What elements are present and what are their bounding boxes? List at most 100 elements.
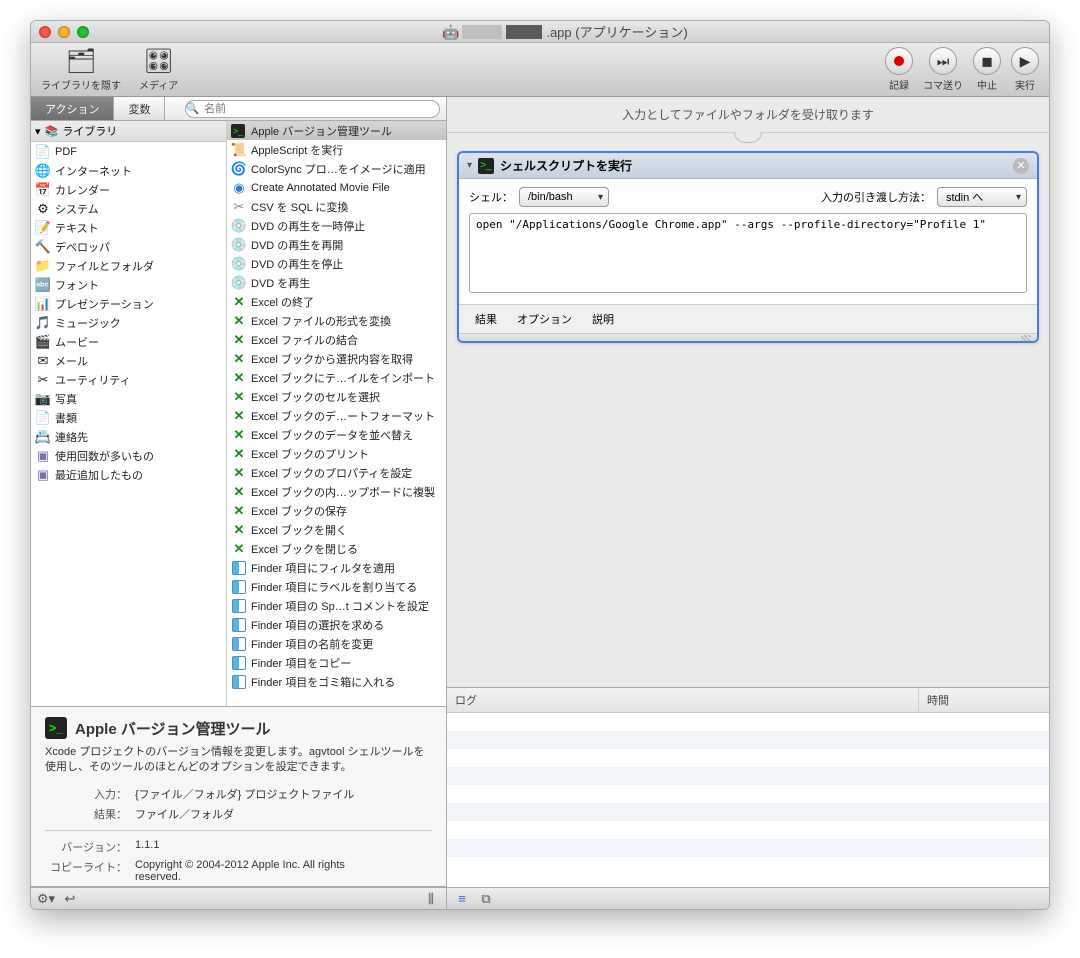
action-item[interactable]: ✕Excel ブックから選択内容を取得 bbox=[227, 349, 446, 368]
action-item[interactable]: ✕Excel ファイルの結合 bbox=[227, 330, 446, 349]
action-item[interactable]: 💿DVD の再生を停止 bbox=[227, 254, 446, 273]
library-item[interactable]: 🔨デベロッパ bbox=[31, 237, 226, 256]
excel-icon: ✕ bbox=[231, 465, 247, 481]
shell-select[interactable]: /bin/bash bbox=[519, 187, 609, 207]
tab-variables[interactable]: 変数 bbox=[114, 97, 165, 120]
window-title: 🤖 .app (アプリケーション) bbox=[89, 22, 1041, 41]
action-item[interactable]: Finder 項目の選択を求める bbox=[227, 615, 446, 634]
zoom-button[interactable] bbox=[77, 26, 89, 38]
close-icon[interactable]: ✕ bbox=[1013, 158, 1029, 174]
library-item[interactable]: 🔤フォント bbox=[31, 275, 226, 294]
library-item[interactable]: ⚙システム bbox=[31, 199, 226, 218]
tab-description[interactable]: 説明 bbox=[592, 311, 614, 327]
info-input-label: 入力： bbox=[45, 786, 135, 802]
resize-grip[interactable] bbox=[459, 333, 1037, 341]
action-item[interactable]: ✕Excel の終了 bbox=[227, 292, 446, 311]
library-item[interactable]: 🌐インターネット bbox=[31, 161, 226, 180]
close-button[interactable] bbox=[39, 26, 51, 38]
stop-button[interactable]: ◼ 中止 bbox=[973, 47, 1001, 92]
info-panel: >_ Apple バージョン管理ツール Xcode プロジェクトのバージョン情報… bbox=[31, 707, 446, 887]
list-view-icon[interactable]: ≡ bbox=[453, 891, 471, 907]
log-col-time[interactable]: 時間 bbox=[919, 688, 1049, 712]
action-item[interactable]: ✕Excel ブックの保存 bbox=[227, 501, 446, 520]
history-icon[interactable]: ↩ bbox=[61, 891, 79, 907]
record-button[interactable]: 記録 bbox=[885, 47, 913, 92]
action-item[interactable]: Finder 項目にラベルを割り当てる bbox=[227, 577, 446, 596]
action-label: Excel の終了 bbox=[251, 294, 314, 310]
library-item[interactable]: ✉メール bbox=[31, 351, 226, 370]
library-smart-item[interactable]: ▣最近追加したもの bbox=[31, 465, 226, 484]
library-item[interactable]: 📁ファイルとフォルダ bbox=[31, 256, 226, 275]
category-icon: ⚙ bbox=[35, 201, 51, 217]
chevron-down-icon: ▾ bbox=[467, 160, 472, 171]
library-item[interactable]: 📇連絡先 bbox=[31, 427, 226, 446]
dvd-icon: 💿 bbox=[231, 237, 247, 253]
action-item[interactable]: 💿DVD の再生を再開 bbox=[227, 235, 446, 254]
action-item[interactable]: ✕Excel ブックのデータを並べ替え bbox=[227, 425, 446, 444]
finder-icon bbox=[231, 655, 247, 671]
action-item[interactable]: ✕Excel ブックを閉じる bbox=[227, 539, 446, 558]
action-label: Finder 項目にラベルを割り当てる bbox=[251, 579, 417, 595]
action-item[interactable]: 💿DVD の再生を一時停止 bbox=[227, 216, 446, 235]
search-input[interactable] bbox=[185, 100, 440, 118]
action-item[interactable]: ✕Excel ブックにテ…イルをインポート bbox=[227, 368, 446, 387]
library-item[interactable]: 🎵ミュージック bbox=[31, 313, 226, 332]
tab-options[interactable]: オプション bbox=[517, 311, 572, 327]
action-item[interactable]: Finder 項目にフィルタを適用 bbox=[227, 558, 446, 577]
action-item[interactable]: ✕Excel ブックのデ…ートフォーマット bbox=[227, 406, 446, 425]
tab-result[interactable]: 結果 bbox=[475, 311, 497, 327]
library-item[interactable]: 🎬ムービー bbox=[31, 332, 226, 351]
finder-icon bbox=[231, 617, 247, 633]
action-label: DVD を再生 bbox=[251, 275, 310, 291]
action-item[interactable]: ✕Excel ファイルの形式を変換 bbox=[227, 311, 446, 330]
step-button[interactable]: ⏭ コマ送り bbox=[923, 47, 963, 92]
action-item[interactable]: 🌀ColorSync プロ…をイメージに適用 bbox=[227, 159, 446, 178]
excel-icon: ✕ bbox=[231, 503, 247, 519]
traffic-lights bbox=[39, 26, 89, 38]
library-item[interactable]: ✂ユーティリティ bbox=[31, 370, 226, 389]
script-textarea[interactable] bbox=[469, 213, 1027, 293]
quicktime-icon: ◉ bbox=[231, 180, 247, 196]
action-item[interactable]: ✕Excel ブックの内…ップボードに複製 bbox=[227, 482, 446, 501]
log-col-log[interactable]: ログ bbox=[447, 688, 919, 712]
action-item[interactable]: Finder 項目の名前を変更 bbox=[227, 634, 446, 653]
redacted-icon-2 bbox=[506, 25, 542, 39]
library-smart-item[interactable]: ▣使用回数が多いもの bbox=[31, 446, 226, 465]
media-button[interactable]: 🎛 メディア bbox=[139, 47, 178, 92]
action-item[interactable]: 💿DVD を再生 bbox=[227, 273, 446, 292]
log-view-icon[interactable]: ⧉ bbox=[477, 891, 495, 907]
library-header[interactable]: ▾ 📚 ライブラリ bbox=[31, 121, 226, 142]
action-item[interactable]: Finder 項目の Sp…t コメントを設定 bbox=[227, 596, 446, 615]
action-item[interactable]: ✂CSV を SQL に変換 bbox=[227, 197, 446, 216]
excel-icon: ✕ bbox=[231, 351, 247, 367]
tab-actions[interactable]: アクション bbox=[31, 97, 114, 120]
action-item[interactable]: Finder 項目をゴミ箱に入れる bbox=[227, 672, 446, 691]
hide-library-button[interactable]: 🗂 ライブラリを隠す bbox=[41, 47, 121, 92]
action-item[interactable]: ✕Excel ブックのセルを選択 bbox=[227, 387, 446, 406]
action-label: Excel ファイルの形式を変換 bbox=[251, 313, 391, 329]
library-item[interactable]: 📄書類 bbox=[31, 408, 226, 427]
library-item[interactable]: 📝テキスト bbox=[31, 218, 226, 237]
minimize-button[interactable] bbox=[58, 26, 70, 38]
category-icon: 📷 bbox=[35, 391, 51, 407]
card-header[interactable]: ▾ >_ シェルスクリプトを実行 ✕ bbox=[459, 153, 1037, 179]
library-list[interactable]: ▾ 📚 ライブラリ 📄PDF🌐インターネット📅カレンダー⚙システム📝テキスト🔨デ… bbox=[31, 121, 227, 706]
library-item[interactable]: 📊プレゼンテーション bbox=[31, 294, 226, 313]
action-item[interactable]: 📜AppleScript を実行 bbox=[227, 140, 446, 159]
run-button[interactable]: ▶ 実行 bbox=[1011, 47, 1039, 92]
library-item[interactable]: 📷写真 bbox=[31, 389, 226, 408]
category-icon: 🔤 bbox=[35, 277, 51, 293]
action-item[interactable]: Finder 項目をコピー bbox=[227, 653, 446, 672]
action-item[interactable]: >_Apple バージョン管理ツール bbox=[227, 121, 446, 140]
workflow-area[interactable]: ▾ >_ シェルスクリプトを実行 ✕ シェル： /bin/bash 入力の引き渡… bbox=[447, 143, 1049, 687]
action-item[interactable]: ◉Create Annotated Movie File bbox=[227, 178, 446, 197]
pass-input-select[interactable]: stdin へ bbox=[937, 187, 1027, 207]
columns-icon[interactable]: ⫼ bbox=[422, 891, 440, 907]
gear-icon[interactable]: ⚙▾ bbox=[37, 891, 55, 907]
library-item[interactable]: 📄PDF bbox=[31, 142, 226, 161]
action-item[interactable]: ✕Excel ブックのプロパティを設定 bbox=[227, 463, 446, 482]
library-item[interactable]: 📅カレンダー bbox=[31, 180, 226, 199]
action-item[interactable]: ✕Excel ブックのプリント bbox=[227, 444, 446, 463]
actions-list[interactable]: >_Apple バージョン管理ツール📜AppleScript を実行🌀Color… bbox=[227, 121, 446, 706]
action-item[interactable]: ✕Excel ブックを開く bbox=[227, 520, 446, 539]
